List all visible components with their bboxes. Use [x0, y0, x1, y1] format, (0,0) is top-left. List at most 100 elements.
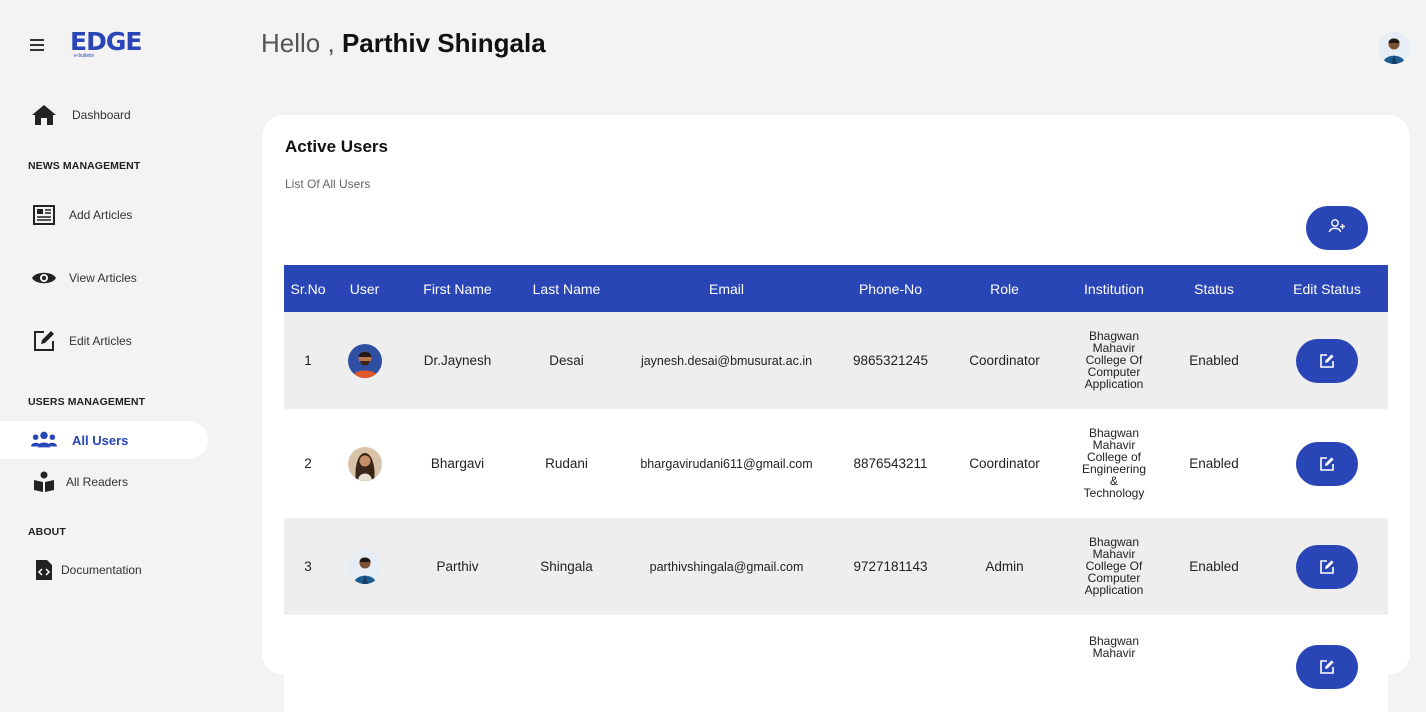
- table-row: 1 Dr.Jaynesh Desai jaynesh.desai@bmusura…: [284, 312, 1388, 409]
- greeting-prefix: Hello ,: [261, 28, 335, 58]
- edit-status-button[interactable]: [1296, 338, 1358, 383]
- last-name-cell: Desai: [518, 312, 615, 409]
- user-avatar-cell: [332, 518, 397, 615]
- edit-icon: [1320, 660, 1334, 674]
- sidebar-item-label: Add Articles: [69, 208, 133, 222]
- avatar: [347, 446, 382, 481]
- first-name-cell: [397, 615, 518, 712]
- edit-status-cell: [1266, 615, 1388, 712]
- edit-status-cell: [1266, 518, 1388, 615]
- email-cell: parthivshingala@gmail.com: [615, 518, 838, 615]
- first-name-cell: Dr.Jaynesh: [397, 312, 518, 409]
- eye-icon: [31, 265, 57, 291]
- role-cell: Coordinator: [943, 312, 1066, 409]
- column-header: Last Name: [518, 265, 615, 312]
- page-greeting: Hello , Parthiv Shingala: [261, 28, 546, 59]
- sr-no-cell: 3: [284, 518, 332, 615]
- users-table: Sr.No User First Name Last Name Email Ph…: [284, 265, 1388, 712]
- last-name-cell: [518, 615, 615, 712]
- sidebar-item-documentation[interactable]: Documentation: [0, 551, 208, 589]
- sr-no-cell: 2: [284, 409, 332, 518]
- sidebar-item-label: Edit Articles: [69, 334, 132, 348]
- column-header: User: [332, 265, 397, 312]
- institution-cell: Bhagwan Mahavir College of Engineering &…: [1066, 409, 1162, 518]
- sidebar-item-label: View Articles: [69, 271, 137, 285]
- table-row: 2 Bhargavi Rudani bhargavirudani611@gmai…: [284, 409, 1388, 518]
- institution-text: Bhagwan Mahavir College of Engineering &…: [1081, 426, 1147, 500]
- column-header: Email: [615, 265, 838, 312]
- profile-avatar[interactable]: [1378, 32, 1410, 64]
- hamburger-menu-icon[interactable]: [30, 36, 48, 52]
- user-name: Parthiv Shingala: [341, 28, 546, 58]
- user-avatar-cell: [332, 312, 397, 409]
- newspaper-icon: [31, 202, 57, 228]
- edge-logo[interactable]: EDGE e-bulletin: [70, 28, 142, 62]
- user-avatar-cell: [332, 615, 397, 712]
- column-header: Status: [1162, 265, 1266, 312]
- sidebar-item-edit-articles[interactable]: Edit Articles: [0, 322, 208, 360]
- reader-icon: [31, 469, 57, 495]
- column-header: Phone-No: [838, 265, 943, 312]
- sidebar-item-label: All Users: [72, 432, 129, 448]
- user-avatar-cell: [332, 409, 397, 518]
- institution-text: Bhagwan Mahavir College Of Computer Appl…: [1084, 329, 1144, 391]
- institution-cell: Bhagwan Mahavir College Of Computer Appl…: [1066, 312, 1162, 409]
- column-header: Sr.No: [284, 265, 332, 312]
- sidebar-item-label: Dashboard: [72, 108, 131, 122]
- institution-cell: Bhagwan Mahavir College Of Computer Appl…: [1066, 518, 1162, 615]
- status-cell: Enabled: [1162, 409, 1266, 518]
- column-header: First Name: [397, 265, 518, 312]
- about-section-title: ABOUT: [28, 526, 66, 538]
- sidebar-item-view-articles[interactable]: View Articles: [0, 259, 208, 297]
- table-row: 3 Parthiv Shingala parthivshingala@gmail…: [284, 518, 1388, 615]
- news-management-section-title: NEWS MANAGEMENT: [28, 160, 141, 172]
- edit-status-cell: [1266, 312, 1388, 409]
- status-cell: Enabled: [1162, 312, 1266, 409]
- sr-no-cell: [284, 615, 332, 712]
- role-cell: [943, 615, 1066, 712]
- active-users-card: Active Users List Of All Users Sr.No Use…: [262, 115, 1410, 712]
- sr-no-cell: 1: [284, 312, 332, 409]
- column-header: Institution: [1066, 265, 1162, 312]
- users-management-section-title: USERS MANAGEMENT: [28, 396, 146, 408]
- code-file-icon: [31, 557, 57, 583]
- add-user-button[interactable]: [1306, 206, 1368, 250]
- institution-text: Bhagwan Mahavir: [1088, 634, 1140, 660]
- role-cell: Admin: [943, 518, 1066, 615]
- edit-square-icon: [31, 328, 57, 354]
- institution-cell: Bhagwan Mahavir: [1066, 615, 1162, 712]
- table-row: Bhagwan Mahavir: [284, 615, 1388, 712]
- email-cell: [615, 615, 838, 712]
- edit-status-cell: [1266, 409, 1388, 518]
- card-subtitle: List Of All Users: [285, 177, 371, 191]
- edit-icon: [1320, 559, 1334, 574]
- phone-cell: 9865321245: [838, 312, 943, 409]
- role-cell: Coordinator: [943, 409, 1066, 518]
- card-title: Active Users: [285, 137, 389, 156]
- institution-text: Bhagwan Mahavir College Of Computer Appl…: [1084, 535, 1144, 597]
- column-header: Role: [943, 265, 1066, 312]
- avatar: [347, 343, 382, 378]
- sidebar: EDGE e-bulletin Dashboard NEWS MANAGEMEN…: [0, 0, 240, 652]
- sidebar-item-add-articles[interactable]: Add Articles: [0, 196, 208, 234]
- last-name-cell: Shingala: [518, 518, 615, 615]
- phone-cell: [838, 615, 943, 712]
- phone-cell: 9727181143: [838, 518, 943, 615]
- home-icon: [31, 102, 57, 128]
- sidebar-item-label: All Readers: [66, 475, 129, 489]
- avatar: [347, 549, 382, 584]
- user-plus-icon: [1328, 218, 1346, 239]
- sidebar-item-all-users[interactable]: All Users: [0, 421, 208, 459]
- logo-tagline: e-bulletin: [74, 53, 95, 59]
- edit-status-button[interactable]: [1296, 544, 1358, 589]
- email-cell: bhargavirudani611@gmail.com: [615, 409, 838, 518]
- first-name-cell: Parthiv: [397, 518, 518, 615]
- edit-status-button[interactable]: [1296, 441, 1358, 486]
- edit-icon: [1320, 456, 1334, 471]
- sidebar-item-dashboard[interactable]: Dashboard: [0, 96, 208, 134]
- table-header-row: Sr.No User First Name Last Name Email Ph…: [284, 265, 1388, 312]
- users-group-icon: [31, 427, 57, 453]
- edit-icon: [1320, 353, 1334, 368]
- sidebar-item-all-readers[interactable]: All Readers: [0, 463, 208, 501]
- first-name-cell: Bhargavi: [397, 409, 518, 518]
